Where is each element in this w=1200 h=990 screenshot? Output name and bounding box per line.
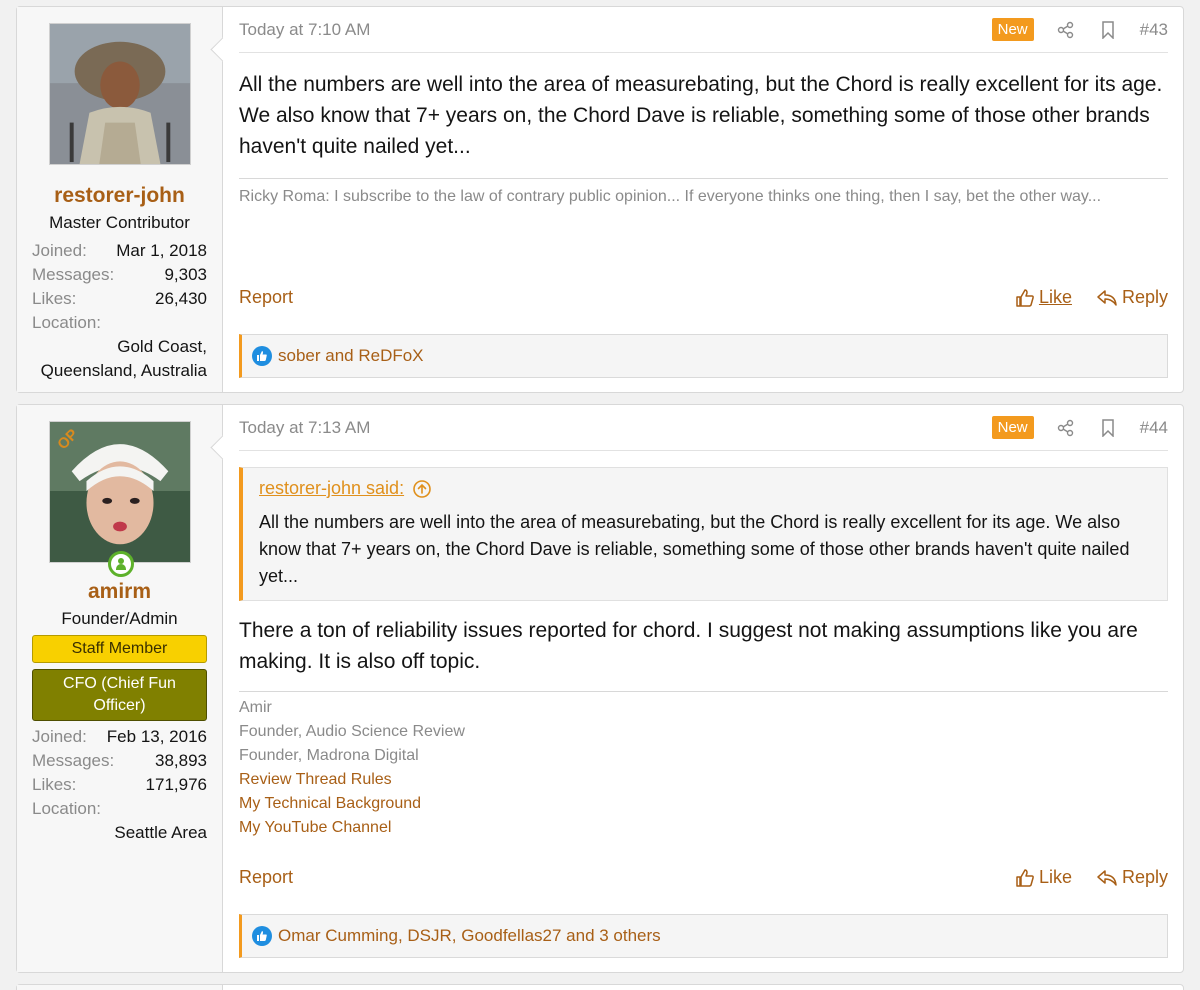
stat-value: Feb 13, 2016 — [106, 727, 207, 746]
post-next — [16, 984, 1184, 990]
share-icon[interactable] — [1056, 418, 1076, 438]
post-body: There a ton of reliability issues report… — [239, 619, 1138, 673]
stat-label: Joined: — [32, 241, 87, 260]
online-status-icon — [107, 551, 134, 577]
post-44: OP amirm Founder/Admin Staff Member CFO … — [16, 404, 1184, 973]
post-main: Today at 7:13 AM New #44 restorer-john s… — [223, 405, 1183, 972]
user-stats: Joined: Feb 13, 2016 Messages: 38,893 Like… — [32, 725, 207, 845]
staff-banner: Staff Member — [32, 635, 207, 663]
new-badge: New — [991, 18, 1034, 41]
post-date[interactable]: Today at 7:10 AM — [239, 20, 992, 40]
stat-label: Likes: — [32, 775, 77, 794]
bookmark-icon[interactable] — [1098, 20, 1118, 40]
stat-label: Likes: — [32, 289, 77, 308]
stat-value: 38,893 — [155, 751, 207, 770]
signature-link[interactable]: Review Thread Rules — [239, 768, 1168, 792]
like-button[interactable]: Like — [1015, 867, 1072, 888]
thumbs-up-icon — [1016, 288, 1034, 307]
avatar[interactable] — [48, 23, 191, 165]
signature: Amir Founder, Audio Science Review Found… — [239, 691, 1168, 840]
signature-link[interactable]: My YouTube Channel — [239, 816, 1168, 840]
user-panel — [17, 985, 223, 990]
quote-header[interactable]: restorer-john said: — [243, 468, 1167, 509]
stat-label: Location: — [32, 799, 101, 818]
username[interactable]: amirm — [17, 577, 222, 607]
user-title: Master Contributor — [49, 213, 190, 232]
signature: Ricky Roma: I subscribe to the law of co… — [239, 178, 1168, 209]
arrow-up-circle-icon[interactable] — [412, 479, 432, 499]
quote-author-link[interactable]: restorer-john said: — [259, 478, 404, 499]
stat-value: 9,303 — [164, 265, 207, 284]
bookmark-icon[interactable] — [1098, 418, 1118, 438]
post-main: Today at 7:10 AM New #43 All the numbers… — [223, 7, 1183, 392]
post-number[interactable]: #43 — [1140, 20, 1168, 40]
thumbs-up-icon — [1016, 868, 1034, 887]
stat-value: Mar 1, 2018 — [116, 241, 207, 260]
cfo-banner: CFO (Chief Fun Officer) — [32, 669, 207, 721]
post-actions: Report Like Reply — [239, 287, 1168, 308]
user-panel: restorer-john Master Contributor Joined:… — [17, 7, 223, 392]
quote-body: All the numbers are well into the area o… — [243, 509, 1167, 600]
location-value: Seattle Area — [114, 823, 207, 842]
post-main — [223, 985, 1183, 990]
post-43: restorer-john Master Contributor Joined:… — [16, 6, 1184, 393]
reply-button[interactable]: Reply — [1096, 867, 1168, 888]
signature-line: Founder, Audio Science Review — [239, 723, 465, 740]
reply-button[interactable]: Reply — [1096, 287, 1168, 308]
reply-label: Reply — [1121, 867, 1168, 887]
signature-line: Amir — [239, 699, 272, 716]
share-icon[interactable] — [1056, 20, 1076, 40]
reactions-bar[interactable]: Omar Cumming, DSJR, Goodfellas27 and 3 o… — [239, 914, 1168, 958]
like-reaction-icon — [252, 346, 272, 366]
location-value: Gold Coast, Queensland, Australia — [40, 337, 207, 380]
like-label: Like — [1038, 287, 1072, 307]
like-button[interactable]: Like — [1015, 287, 1072, 308]
post-meta: Today at 7:13 AM New #44 — [239, 405, 1168, 451]
stat-label: Joined: — [32, 727, 87, 746]
user-title: Founder/Admin — [61, 609, 178, 628]
reactions-text[interactable]: Omar Cumming, DSJR, Goodfellas27 and 3 o… — [278, 926, 661, 946]
post-number[interactable]: #44 — [1140, 418, 1168, 438]
signature-link[interactable]: My Technical Background — [239, 792, 1168, 816]
stat-label: Messages: — [32, 751, 115, 770]
stat-value: 26,430 — [155, 289, 207, 308]
stat-value: 171,976 — [145, 775, 207, 794]
reactions-bar[interactable]: sober and ReDFoX — [239, 334, 1168, 378]
username[interactable]: restorer-john — [17, 181, 222, 211]
like-label: Like — [1038, 867, 1072, 887]
like-reaction-icon — [252, 926, 272, 946]
post-meta: Today at 7:10 AM New #43 — [239, 7, 1168, 53]
stat-label: Messages: — [32, 265, 115, 284]
post-actions: Report Like Reply — [239, 867, 1168, 888]
signature-line: Founder, Madrona Digital — [239, 747, 419, 764]
post-body: All the numbers are well into the area o… — [239, 73, 1163, 158]
report-link[interactable]: Report — [239, 867, 1015, 888]
quote-block: restorer-john said: All the numbers are … — [239, 467, 1168, 601]
user-stats: Joined: Mar 1, 2018 Messages: 9,303 Likes:… — [32, 239, 207, 383]
new-badge: New — [991, 416, 1034, 439]
report-link[interactable]: Report — [239, 287, 1015, 308]
reactions-text[interactable]: sober and ReDFoX — [278, 346, 424, 366]
post-date[interactable]: Today at 7:13 AM — [239, 418, 992, 438]
reply-icon — [1097, 869, 1117, 886]
reply-icon — [1097, 289, 1117, 306]
reply-label: Reply — [1121, 287, 1168, 307]
user-panel: OP amirm Founder/Admin Staff Member CFO … — [17, 405, 223, 972]
stat-label: Location: — [32, 313, 101, 332]
